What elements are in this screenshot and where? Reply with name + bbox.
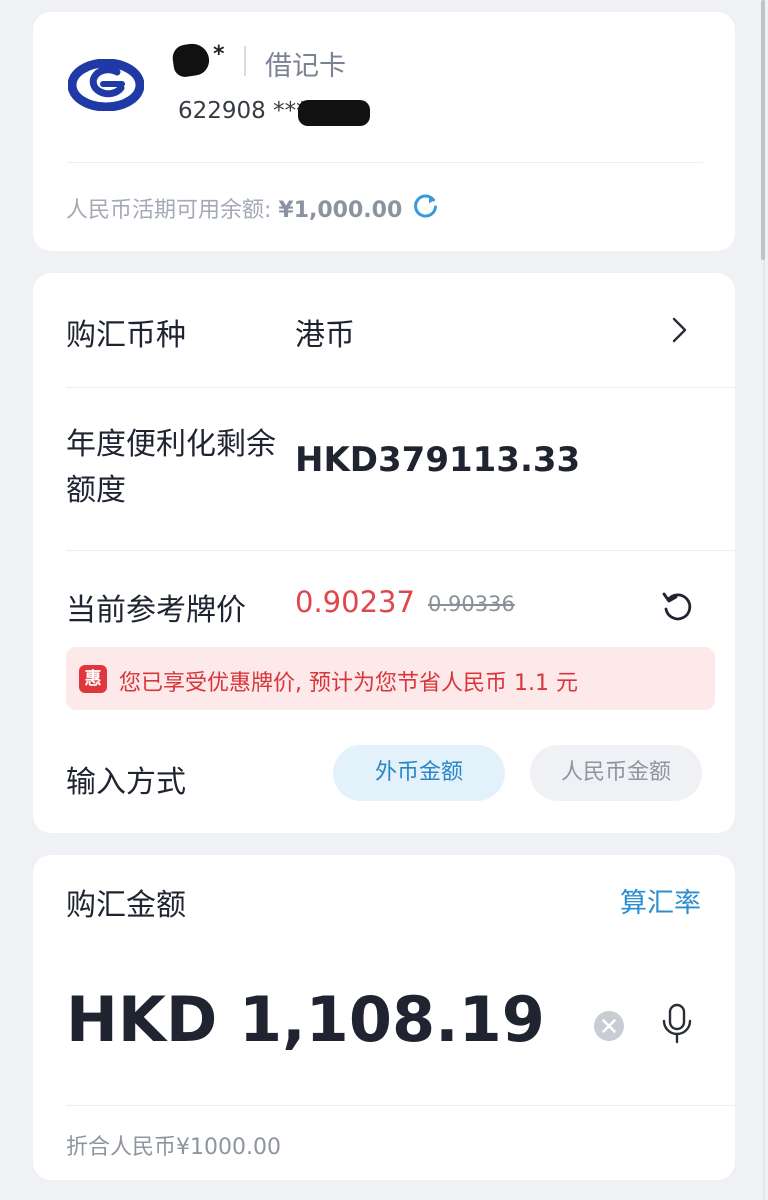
rate-label: 当前参考牌价 xyxy=(66,593,246,628)
input-mode-rmb-button[interactable]: 人民币金额 xyxy=(530,745,702,801)
exchange-form-card: 购汇币种 港币 年度便利化剩余额度 HKD379113.33 当前参考牌价 0.… xyxy=(33,273,735,833)
account-name-redacted xyxy=(170,41,212,79)
name-divider xyxy=(244,46,246,76)
bank-logo-icon xyxy=(68,59,144,111)
microphone-icon[interactable] xyxy=(660,1003,694,1045)
calc-rate-link[interactable]: 算汇率 xyxy=(620,881,701,920)
balance-row: 人民币活期可用余额: ¥1,000.00 xyxy=(66,192,402,224)
amount-input[interactable]: HKD 1,108.19 xyxy=(66,983,545,1056)
input-mode-foreign-button[interactable]: 外币金额 xyxy=(333,745,505,801)
quota-label: 年度便利化剩余额度 xyxy=(66,427,276,508)
balance-refresh-icon[interactable] xyxy=(412,192,440,220)
converted-rmb-text: 折合人民币¥1000.00 xyxy=(66,1135,281,1160)
currency-label: 购汇币种 xyxy=(66,318,186,353)
quota-value: HKD379113.33 xyxy=(295,440,581,480)
card-number-redacted xyxy=(298,100,370,126)
card-type-label: 借记卡 xyxy=(265,51,346,82)
account-card: * 借记卡 622908 **** 人民币活期可用余额: ¥1,000.00 xyxy=(33,12,735,251)
amount-divider xyxy=(66,1105,735,1106)
quota-row: 年度便利化剩余额度 HKD379113.33 xyxy=(33,388,735,550)
currency-value: 港币 xyxy=(295,318,355,353)
rate-original-value: 0.90336 xyxy=(428,592,515,616)
scrollbar-thumb[interactable] xyxy=(761,0,765,260)
balance-label: 人民币活期可用余额: xyxy=(66,198,279,223)
chevron-right-icon[interactable] xyxy=(663,314,695,346)
input-mode-label: 输入方式 xyxy=(66,765,186,800)
amount-title: 购汇金额 xyxy=(66,888,186,923)
account-name-suffix: * xyxy=(213,42,225,67)
currency-select-row[interactable]: 购汇币种 港币 xyxy=(33,273,735,387)
discount-badge-icon: 惠 xyxy=(79,665,107,693)
balance-value: ¥1,000.00 xyxy=(278,198,403,223)
account-divider xyxy=(67,162,703,163)
rate-current-value: 0.90237 xyxy=(295,585,415,619)
discount-banner: 惠 您已享受优惠牌价, 预计为您节省人民币 1.1 元 xyxy=(66,647,715,710)
amount-card: 购汇金额 算汇率 HKD 1,108.19 折合人民币¥1000.00 xyxy=(33,855,735,1180)
discount-text: 您已享受优惠牌价, 预计为您节省人民币 1.1 元 xyxy=(119,671,578,696)
input-mode-row: 输入方式 外币金额 人民币金额 xyxy=(33,741,735,813)
rate-refresh-icon[interactable] xyxy=(660,589,696,625)
rate-row: 当前参考牌价 0.90237 0.90336 xyxy=(33,551,735,651)
clear-icon[interactable] xyxy=(593,1010,625,1042)
